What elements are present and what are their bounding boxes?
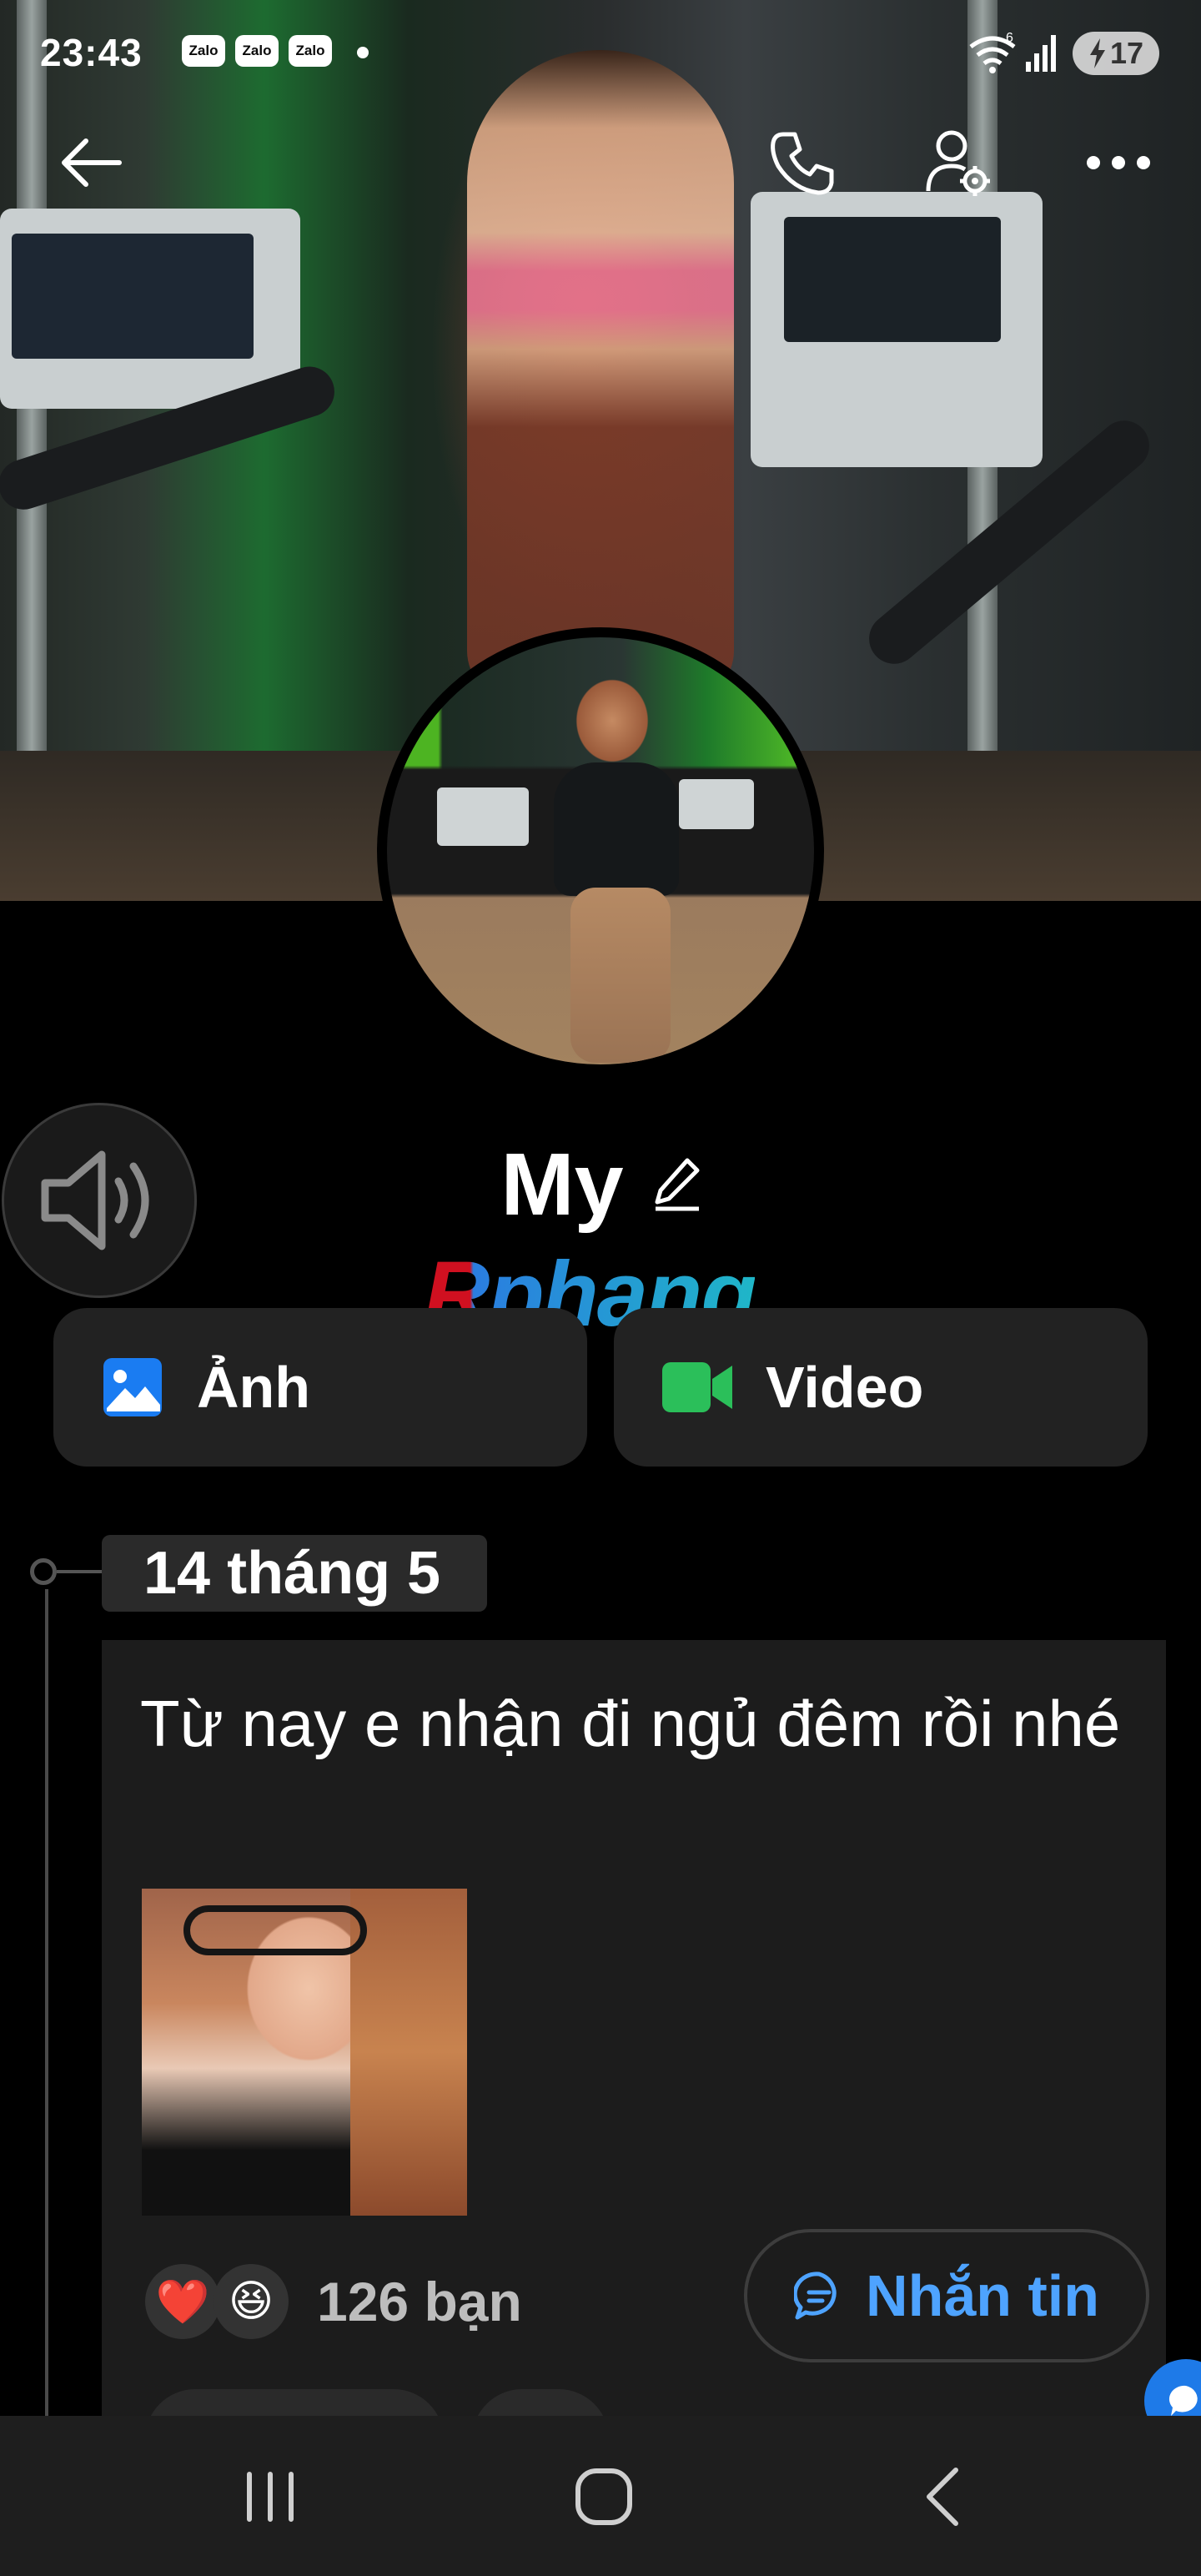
avatar-decor <box>570 888 671 1063</box>
svg-text:6: 6 <box>1006 31 1013 45</box>
battery-indicator: 17 <box>1073 32 1159 75</box>
heart-reaction-icon: ❤️ <box>145 2264 220 2339</box>
home-icon <box>575 2468 632 2525</box>
profile-settings-button[interactable] <box>921 125 996 200</box>
photos-button[interactable]: Ảnh <box>53 1308 587 1467</box>
phone-icon <box>771 132 834 195</box>
timeline-line <box>45 1589 48 2423</box>
video-button-label: Video <box>766 1355 924 1420</box>
avatar-decor <box>437 787 529 846</box>
home-button[interactable] <box>554 2459 654 2534</box>
more-button[interactable] <box>1081 125 1156 200</box>
timeline-dot <box>30 1558 57 1585</box>
photos-button-label: Ảnh <box>197 1355 311 1420</box>
system-back-button[interactable] <box>892 2459 992 2534</box>
back-button[interactable] <box>53 125 128 200</box>
image-icon <box>103 1358 162 1416</box>
video-button[interactable]: Video <box>614 1308 1148 1467</box>
user-gear-icon <box>926 130 990 196</box>
status-bar: 23:43 Zalo Zalo Zalo 6 17 <box>0 0 1201 100</box>
message-button-label: Nhắn tin <box>866 2263 1099 2328</box>
chat-bubble-icon <box>794 2272 837 2320</box>
call-button[interactable] <box>764 125 839 200</box>
system-navigation-bar <box>0 2416 1201 2576</box>
cover-decor <box>751 192 1043 467</box>
more-notifications-dot <box>357 47 369 58</box>
recent-apps-button[interactable] <box>220 2459 320 2534</box>
cover-person <box>467 50 734 701</box>
laugh-reaction-icon: 😆 <box>214 2264 289 2339</box>
chevron-left-icon <box>927 2468 958 2526</box>
avatar-decor <box>554 762 679 896</box>
arrow-left-icon <box>62 138 122 187</box>
more-horizontal-icon <box>1087 156 1150 169</box>
profile-name: My <box>500 1135 624 1234</box>
timeline-date: 14 tháng 5 <box>102 1535 487 1612</box>
avatar-decor <box>679 779 754 829</box>
post-text: Từ nay e nhận đi ngủ đêm rồi nhé <box>140 1687 1121 1760</box>
avatar[interactable] <box>377 627 824 1074</box>
cover-decor <box>0 209 300 409</box>
post-photo-decor <box>350 1889 467 2216</box>
timeline-connector <box>57 1570 102 1573</box>
recent-apps-icon <box>247 2472 294 2522</box>
message-button[interactable]: Nhắn tin <box>744 2229 1149 2362</box>
charging-bolt-icon <box>1089 38 1105 68</box>
signal-icon <box>1026 35 1056 72</box>
post-reactions[interactable]: ❤️ 😆 126 bạn <box>145 2264 522 2339</box>
wifi-icon: 6 <box>969 31 1016 73</box>
profile-name-row: My <box>0 1135 1201 1235</box>
chat-icon <box>1168 2385 1198 2416</box>
reaction-count: 126 bạn <box>317 2271 522 2332</box>
battery-level: 17 <box>1109 36 1144 70</box>
post-photo[interactable] <box>142 1889 467 2216</box>
status-time: 23:43 <box>40 31 143 74</box>
zalo-notification-icon: Zalo <box>289 35 332 67</box>
zalo-notification-icon: Zalo <box>182 35 225 67</box>
zalo-notification-icon: Zalo <box>235 35 279 67</box>
video-camera-icon <box>662 1362 732 1412</box>
post-photo-decor <box>183 1905 367 1955</box>
pencil-icon[interactable] <box>654 1157 701 1212</box>
